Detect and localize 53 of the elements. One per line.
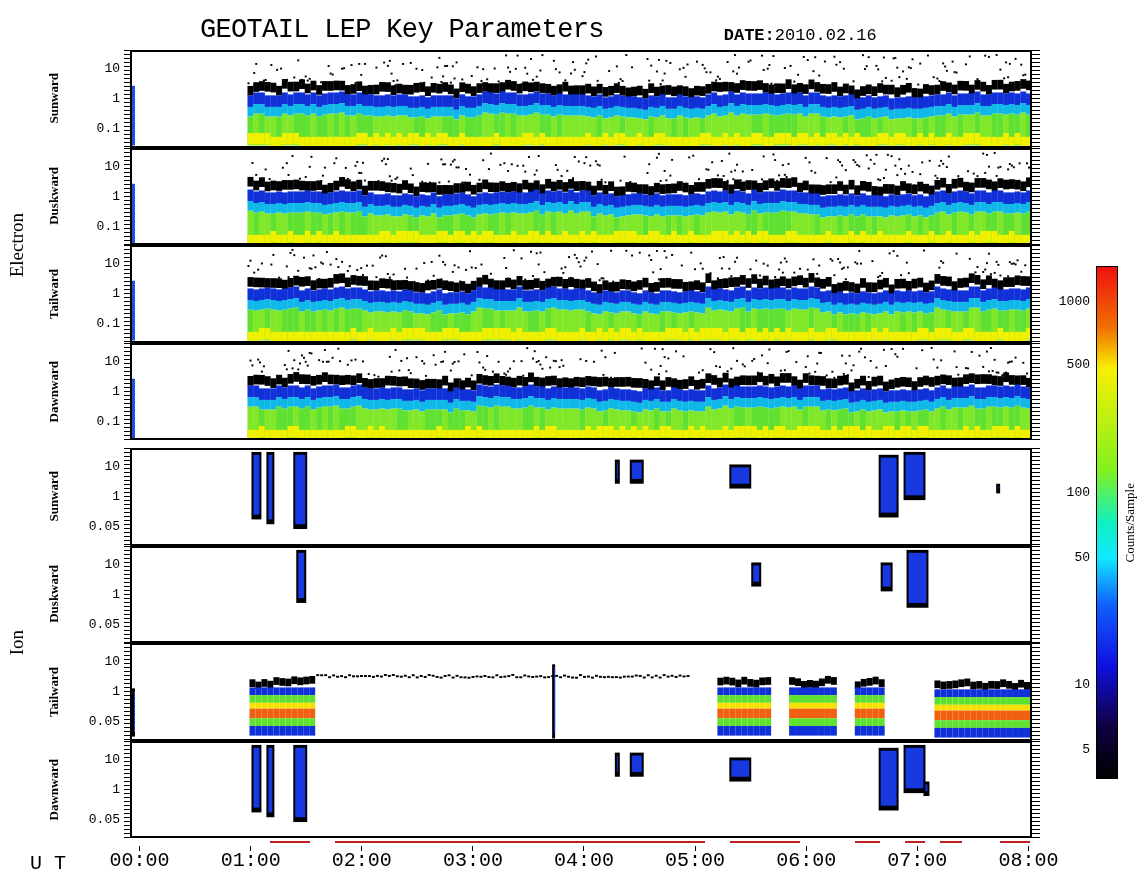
group-label: Ion bbox=[4, 630, 28, 656]
axis-tick-label: 0.05 bbox=[88, 520, 120, 534]
axis-tick-label: 0.05 bbox=[88, 715, 120, 729]
axis-tick-label: 0.1 bbox=[96, 414, 120, 428]
panel-label: Tailward bbox=[45, 268, 63, 319]
date-label: DATE:2010.02.16 bbox=[723, 27, 877, 44]
axis-tick-label: 0.05 bbox=[88, 617, 120, 631]
time-tick-label: 05:00 bbox=[665, 851, 726, 871]
panel-label: Duskward bbox=[45, 565, 63, 624]
axis-tick-label: 1 bbox=[112, 189, 120, 203]
panel-label: Dawnward bbox=[45, 360, 63, 422]
axis-tick-label: 1 bbox=[112, 685, 120, 699]
panel-label: Tailward bbox=[45, 666, 63, 717]
panel-label: Sunward bbox=[45, 73, 63, 125]
time-tick-label: 00:00 bbox=[109, 851, 170, 871]
colorbar-tick-label: 1000 bbox=[1058, 294, 1090, 308]
axis-tick-label: 0.05 bbox=[88, 812, 120, 826]
panel-label: Duskward bbox=[45, 167, 63, 226]
time-tick-label: 01:00 bbox=[220, 851, 281, 871]
axis-tick-label: 1 bbox=[112, 287, 120, 301]
panel-label: Sunward bbox=[45, 471, 63, 523]
time-tick-label: 07:00 bbox=[887, 851, 948, 871]
colorbar-tick-label: 500 bbox=[1066, 357, 1090, 371]
axis-tick-label: 0.1 bbox=[96, 317, 120, 331]
axis-tick-label: 1 bbox=[112, 587, 120, 601]
time-tick-label: 03:00 bbox=[442, 851, 503, 871]
colorbar-title: Counts/Sample bbox=[1121, 482, 1138, 563]
time-tick-label: 02:00 bbox=[331, 851, 392, 871]
time-tick-label: 08:00 bbox=[998, 851, 1059, 871]
axis-tick-label: 1 bbox=[112, 92, 120, 106]
time-tick-label: 06:00 bbox=[776, 851, 837, 871]
axis-tick-label: 1 bbox=[112, 490, 120, 504]
axis-tick-label: 10 bbox=[104, 257, 120, 271]
plot-title: GEOTAIL LEP Key Parameters bbox=[200, 17, 604, 44]
axis-label: U T bbox=[29, 851, 67, 874]
colorbar-tick-label: 10 bbox=[1074, 677, 1090, 691]
axis-tick-label: 0.1 bbox=[96, 122, 120, 136]
axis-tick-label: 10 bbox=[104, 62, 120, 76]
axis-tick-label: 1 bbox=[112, 384, 120, 398]
colorbar-tick-label: 50 bbox=[1074, 550, 1090, 564]
axis-tick-label: 10 bbox=[104, 354, 120, 368]
panel-label: Dawnward bbox=[45, 758, 63, 820]
axis-tick-label: 10 bbox=[104, 655, 120, 669]
axis-tick-label: 1 bbox=[112, 782, 120, 796]
axis-tick-label: 10 bbox=[104, 752, 120, 766]
axis-tick-label: 10 bbox=[104, 460, 120, 474]
time-tick-label: 04:00 bbox=[554, 851, 614, 871]
axis-tick-label: 10 bbox=[104, 159, 120, 173]
axis-tick-label: 0.1 bbox=[96, 219, 120, 233]
colorbar-tick-label: 5 bbox=[1082, 742, 1090, 756]
group-label: Electron bbox=[4, 212, 28, 278]
colorbar-tick-label: 100 bbox=[1066, 485, 1090, 499]
axis-tick-label: 10 bbox=[104, 557, 120, 571]
